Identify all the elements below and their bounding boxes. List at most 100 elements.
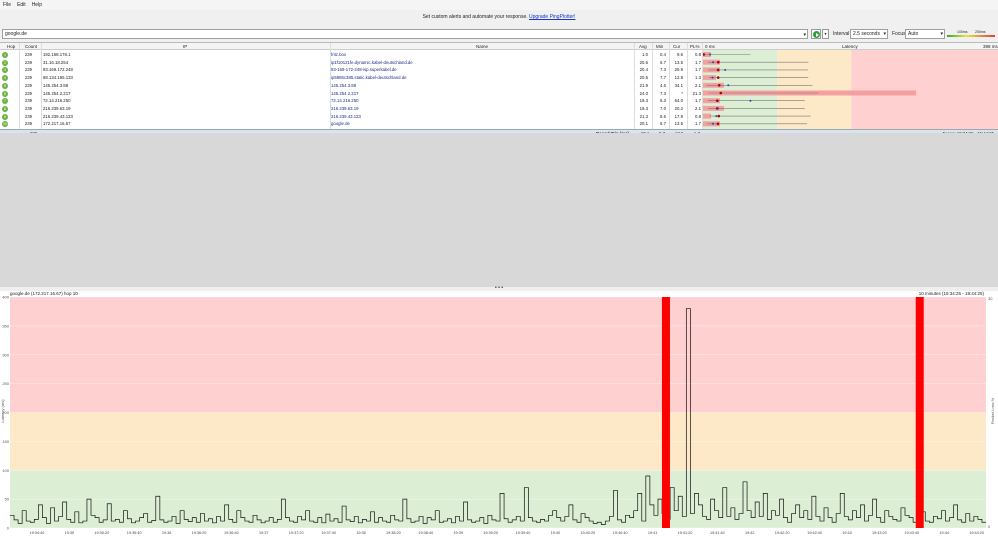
menu-help[interactable]: Help — [32, 2, 42, 8]
target-value: google.de — [5, 31, 27, 37]
cell-ip: 216.239.43.123 — [43, 113, 73, 119]
col-min[interactable]: Min — [656, 44, 663, 49]
table-row[interactable]: 1 239 192.168.178.1 fritz.box 1.0 0.4 9.6 0.8 — [0, 51, 703, 59]
latency-avg-point — [716, 122, 720, 126]
x-tick-label: 19:42 — [745, 531, 755, 535]
cell-count: 239 — [24, 75, 32, 81]
table-row[interactable]: 7 239 72.14.216.250 72.14.216.250 19.3 6.3 64.… — [0, 97, 703, 105]
cell-count: 239 — [24, 52, 32, 57]
col-latency-min: 0 ms — [705, 44, 715, 49]
empty-area — [0, 133, 998, 288]
cell-min: 7.3 — [660, 90, 666, 96]
x-tick-label: 19:41:40 — [710, 531, 725, 535]
latency-cur-point — [749, 99, 752, 102]
col-hop[interactable]: Hop — [7, 44, 15, 49]
latency-avg-point — [717, 114, 721, 118]
latency-cur-point — [712, 61, 715, 64]
cell-avg: 19.3 — [639, 105, 648, 111]
y-tick-label: 50 — [5, 497, 10, 502]
cell-pl: 2.1 — [695, 82, 701, 88]
chevron-down-icon[interactable]: ▾ — [803, 31, 806, 39]
packet-loss-column — [915, 297, 924, 528]
start-trace-dropdown[interactable]: ▾ — [822, 29, 829, 39]
cell-ip: 216.239.63.19 — [43, 105, 71, 111]
col-ip[interactable]: IP — [183, 44, 187, 49]
x-tick-label: 19:35:40 — [127, 531, 142, 535]
latency-bars — [703, 50, 998, 129]
x-tick-label: 19:44:20 — [969, 531, 984, 535]
col-count[interactable]: Count — [25, 44, 37, 49]
cell-count: 239 — [24, 59, 32, 65]
table-row[interactable]: 10 239 172.217.16.67 google.de 20.1 5.7 13.5 1.… — [0, 120, 703, 128]
cell-count: 239 — [24, 98, 32, 104]
y-tick-label: 400 — [2, 295, 9, 300]
cell-count: 239 — [24, 121, 32, 127]
cell-name: 145.254.2.217 — [331, 90, 359, 96]
cell-avg: 1.0 — [642, 52, 648, 57]
interval-select[interactable]: 2.5 seconds ▾ — [850, 29, 888, 39]
cell-avg: 21.3 — [639, 113, 648, 119]
cell-count: 239 — [24, 113, 32, 119]
cell-count: 239 — [24, 67, 32, 73]
cell-count: 239 — [24, 82, 32, 88]
table-row[interactable]: 6 239 145.254.2.217 145.254.2.217 24.0 7.3 * 21… — [0, 90, 703, 98]
y-tick-label: 100 — [2, 468, 9, 473]
target-input[interactable]: google.de ▾ — [2, 29, 808, 39]
table-row[interactable]: 9 239 216.239.43.123 216.239.43.123 21.3 8.6 1… — [0, 113, 703, 121]
col-name[interactable]: Name — [476, 44, 488, 49]
menu-file[interactable]: File — [3, 2, 11, 8]
column-separator — [702, 43, 703, 129]
timeline-chart: 400350300250200150100500300Latency (ms) P… — [0, 295, 995, 536]
upgrade-link[interactable]: Upgrade PingPlotter! — [529, 14, 575, 20]
latency-cur-point — [712, 122, 715, 125]
cell-min: 7.7 — [660, 75, 666, 81]
cell-min: 8.6 — [660, 113, 666, 119]
cell-pl: 1.7 — [695, 121, 701, 127]
y-axis-title-right: Packet Loss % — [990, 397, 995, 424]
x-tick-label: 19:38 — [356, 531, 366, 535]
cell-ip: 88.134.195.133 — [43, 75, 73, 81]
col-latency-max: 398 ms — [983, 44, 998, 49]
table-row[interactable]: 3 239 83.169.172.248 83-169-172-248-isp.sup… — [0, 66, 703, 74]
y-axis-title-left: Latency (ms) — [0, 399, 5, 423]
column-separator — [41, 43, 42, 129]
column-separator — [19, 43, 20, 129]
col-pl[interactable]: PL% — [690, 44, 700, 49]
table-row[interactable]: 4 239 88.134.195.133 ip5886c385.static.kabe… — [0, 74, 703, 82]
zone-orange — [777, 50, 852, 129]
table-row[interactable]: 2 239 31.16.18.254 ip1f10121fe.dynamic.kabe… — [0, 59, 703, 67]
cell-cur: 9.6 — [677, 52, 683, 57]
col-avg[interactable]: Avg — [639, 44, 647, 49]
latency-cur-point — [709, 53, 712, 56]
grid-header: Hop Count IP Name Avg Min Cur PL% 0 ms L… — [0, 43, 998, 50]
table-row[interactable]: 5 239 145.254.3.88 145.254.3.88 21.9 4.6 34.1 2… — [0, 82, 703, 90]
cell-avg: 19.3 — [639, 98, 648, 104]
hop-status-icon: 3 — [2, 67, 8, 74]
column-separator — [687, 43, 688, 129]
cell-min: 7.3 — [660, 67, 666, 73]
column-separator — [330, 43, 331, 129]
latency-avg-point — [716, 60, 720, 64]
focus-select[interactable]: Auto ▾ — [905, 29, 945, 39]
cell-avg: 21.9 — [639, 82, 648, 88]
menu-edit[interactable]: Edit — [17, 2, 26, 8]
graph-title: google.de (172.217.16.67) hop 10 — [10, 291, 78, 296]
col-cur[interactable]: Cur — [673, 44, 680, 49]
x-tick-label: 19:39:20 — [483, 531, 498, 535]
col-latency[interactable]: Latency — [842, 44, 858, 49]
x-tick-label: 19:35:20 — [94, 531, 109, 535]
cell-pl: 21.3 — [692, 90, 701, 96]
start-trace-button[interactable] — [811, 29, 821, 39]
x-tick-label: 19:39:40 — [516, 531, 531, 535]
cell-min: 5.7 — [660, 121, 666, 127]
cell-cur: 13.5 — [674, 121, 683, 127]
table-row[interactable]: 8 239 216.239.63.19 216.239.63.19 19.3 7.0 20.… — [0, 105, 703, 113]
cell-pl: 2.1 — [695, 105, 701, 111]
timeline-graph[interactable]: 400 350 300 250 200 150 100 50 0 30 0 Latency (ms) P… — [0, 291, 998, 537]
chevron-down-icon: ▾ — [883, 31, 886, 37]
play-icon — [813, 31, 820, 38]
hop-status-icon: 5 — [2, 82, 8, 89]
cell-cur: 20.2 — [674, 105, 683, 111]
cell-pl: 0.8 — [695, 52, 701, 57]
latency-avg-point — [716, 76, 720, 79]
